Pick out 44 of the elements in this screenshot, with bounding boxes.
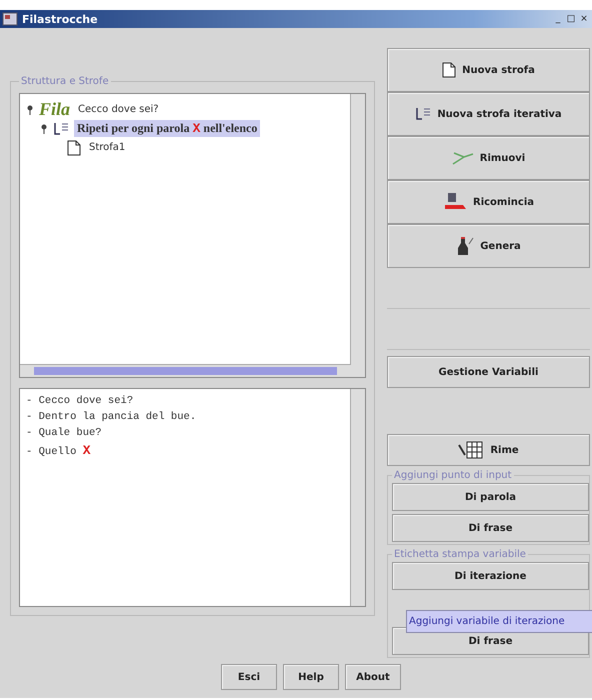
window-control-button[interactable]: × xyxy=(578,13,590,25)
group-title: Etichetta stampa variabile xyxy=(393,549,527,560)
action-button[interactable]: Nuova strofa iterativa xyxy=(387,92,590,136)
grid-icon xyxy=(458,441,484,459)
page-icon xyxy=(67,140,81,156)
action-button[interactable]: Genera xyxy=(387,224,590,268)
expand-toggle-icon[interactable] xyxy=(40,124,48,134)
action-button[interactable]: Ricomincia xyxy=(387,180,590,224)
rhymes-button[interactable]: Rime xyxy=(387,434,590,466)
option-button[interactable]: Di frase xyxy=(392,514,589,542)
option-button[interactable]: Di iterazione xyxy=(392,562,589,590)
tree-item[interactable]: Ripeti per ogni parola X nell'elenco xyxy=(74,120,260,137)
tree-item[interactable]: Cecco dove sei? xyxy=(75,103,162,116)
window-title: Filastrocche xyxy=(22,12,98,26)
eraser-icon xyxy=(443,192,467,212)
bracket-list-icon xyxy=(415,106,432,122)
text-line: - Quello X xyxy=(26,443,92,459)
logo: Fila xyxy=(39,99,70,120)
bottle-icon xyxy=(456,236,474,256)
footer-button[interactable]: Esci xyxy=(221,664,277,690)
group-title: Struttura e Strofe xyxy=(20,76,110,87)
expand-toggle-icon[interactable] xyxy=(26,104,34,114)
action-button[interactable]: Nuova strofa xyxy=(387,48,590,92)
scrollbar[interactable] xyxy=(350,389,365,606)
bracket-list-icon xyxy=(53,120,69,136)
scissors-icon xyxy=(452,151,474,165)
footer-button[interactable]: Help xyxy=(283,664,339,690)
page-icon xyxy=(442,62,456,78)
footer-button[interactable]: About xyxy=(345,664,401,690)
window-control-button[interactable]: □ xyxy=(565,13,577,25)
option-button[interactable]: Di parola xyxy=(392,483,589,511)
scrollbar[interactable] xyxy=(20,364,351,377)
text-area[interactable]: - Cecco dove sei? - Dentro la pancia del bue. - Quale bue? - Quello X xyxy=(19,388,366,607)
tree-item[interactable]: Strofa1 xyxy=(86,141,128,154)
tooltip: Aggiungi variabile di iterazione xyxy=(406,610,592,633)
window-control-button[interactable]: _ xyxy=(552,13,564,25)
variables-button[interactable]: Gestione Variabili xyxy=(387,356,590,388)
scrollbar[interactable] xyxy=(350,94,365,377)
action-button[interactable]: Rimuovi xyxy=(387,136,590,180)
text-line: - Quale bue? xyxy=(26,427,103,441)
text-line: - Cecco dove sei? xyxy=(26,395,134,409)
text-line: - Dentro la pancia del bue. xyxy=(26,411,198,425)
group-title: Aggiungi punto di input xyxy=(393,470,513,481)
app-icon xyxy=(2,12,18,26)
